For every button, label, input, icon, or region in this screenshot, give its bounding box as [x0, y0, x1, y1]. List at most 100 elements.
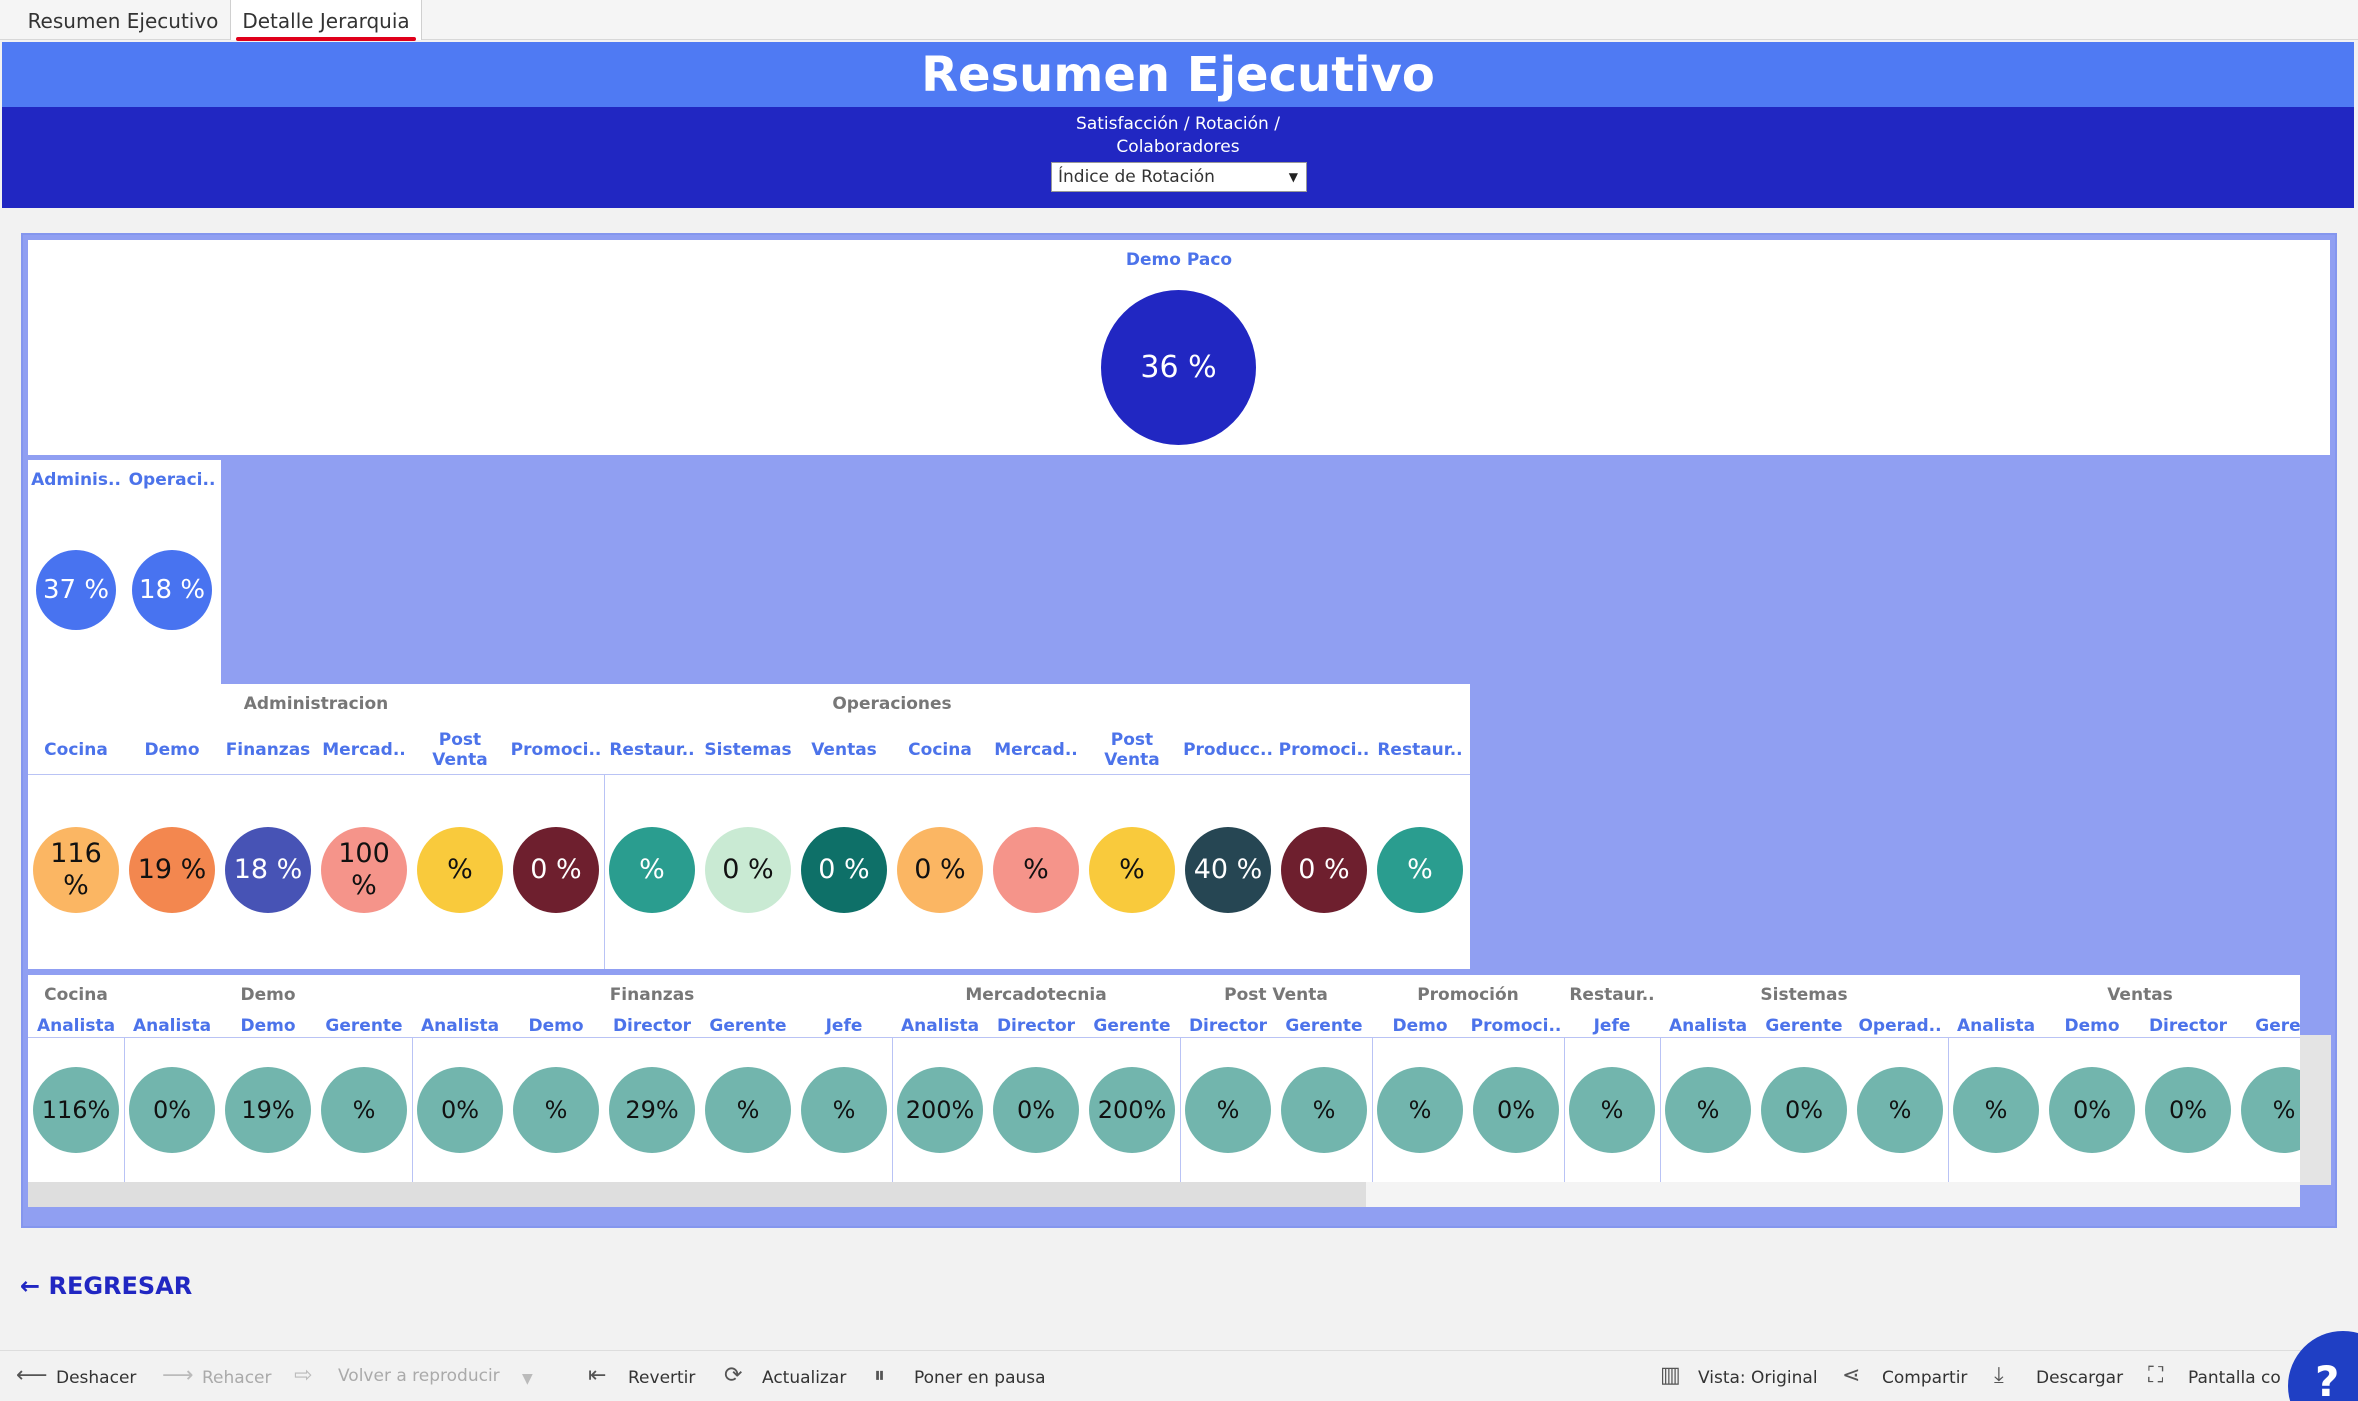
tab-resumen-ejecutivo[interactable]: Resumen Ejecutivo: [18, 0, 228, 40]
level2-label: Ventas: [811, 740, 877, 760]
help-button[interactable]: ?: [2288, 1331, 2358, 1401]
level0-circle[interactable]: 36 %: [1101, 290, 1256, 445]
level3-circle[interactable]: %: [1953, 1067, 2039, 1153]
divider: [1372, 1037, 1373, 1182]
level3-circle[interactable]: 0%: [1473, 1067, 1559, 1153]
level3-circle[interactable]: %: [1665, 1067, 1751, 1153]
level3-circle[interactable]: 200%: [897, 1067, 983, 1153]
divider: [1660, 1037, 1661, 1182]
level2-circle[interactable]: 116 %: [33, 827, 119, 913]
horizontal-scroll-track[interactable]: [28, 1182, 2300, 1207]
level2-circle[interactable]: %: [1377, 827, 1463, 913]
level3-circle[interactable]: 0%: [417, 1067, 503, 1153]
level2-label: Restaur..: [609, 740, 695, 760]
level3-panel: Cocina Demo Finanzas Mercadotecnia Post Vent…: [28, 975, 2300, 1207]
level2-circle[interactable]: 0 %: [1281, 827, 1367, 913]
divider: [412, 1037, 413, 1182]
divider: [892, 1037, 893, 1182]
level3-value: 0%: [1016, 1096, 1056, 1124]
horizontal-scrollbar-thumb[interactable]: [28, 1182, 1366, 1207]
divider: [124, 1037, 125, 1182]
level1-label: Operaci..: [128, 470, 216, 490]
level1-value: 18 %: [138, 575, 206, 605]
level1-circle[interactable]: 37 %: [36, 550, 116, 630]
level2-circle[interactable]: 18 %: [225, 827, 311, 913]
level3-circle[interactable]: %: [2241, 1067, 2300, 1153]
redo-button[interactable]: Rehacer: [202, 1368, 272, 1388]
level3-circle[interactable]: 0%: [993, 1067, 1079, 1153]
tab-detalle-jerarquia[interactable]: Detalle Jerarquia: [230, 0, 422, 40]
share-button[interactable]: Compartir: [1882, 1368, 1967, 1388]
fullscreen-button[interactable]: Pantalla co: [2188, 1368, 2281, 1388]
undo-icon: ⟵: [16, 1363, 48, 1388]
level2-circle[interactable]: 0 %: [705, 827, 791, 913]
level2-circle[interactable]: 19 %: [129, 827, 215, 913]
level2-circle[interactable]: 0 %: [801, 827, 887, 913]
level2-value: 0 %: [530, 854, 582, 885]
level3-label: Analista: [900, 1016, 980, 1036]
level3-group-label: Promoción: [1417, 985, 1519, 1005]
level2-circle[interactable]: %: [1089, 827, 1175, 913]
level3-circle[interactable]: %: [1377, 1067, 1463, 1153]
level3-circle[interactable]: %: [1185, 1067, 1271, 1153]
level3-label: Gerente: [709, 1016, 787, 1036]
level3-circle[interactable]: %: [321, 1067, 407, 1153]
level3-circle[interactable]: %: [705, 1067, 791, 1153]
level3-circle[interactable]: 0%: [1761, 1067, 1847, 1153]
level2-circle[interactable]: %: [609, 827, 695, 913]
level2-panel: Administracion Operaciones Cocina 116 % De…: [28, 684, 1470, 969]
level2-value: 0 %: [722, 854, 774, 885]
level3-circle[interactable]: %: [513, 1067, 599, 1153]
level3-value: %: [352, 1096, 376, 1124]
download-icon: ⤓: [1994, 1363, 2004, 1388]
level2-circle[interactable]: 0 %: [897, 827, 983, 913]
divider: [1180, 1037, 1181, 1182]
level3-circle[interactable]: %: [1569, 1067, 1655, 1153]
level3-circle[interactable]: 116%: [33, 1067, 119, 1153]
level3-circle[interactable]: 0%: [2049, 1067, 2135, 1153]
view-button[interactable]: Vista: Original: [1698, 1368, 1818, 1388]
metric-dropdown[interactable]: Índice de Rotación ▼: [1051, 162, 1307, 192]
level3-value: %: [2272, 1096, 2296, 1124]
level3-circle[interactable]: 19%: [225, 1067, 311, 1153]
level3-circle[interactable]: 29%: [609, 1067, 695, 1153]
replay-button[interactable]: Volver a reproducir: [338, 1366, 500, 1386]
level3-label: Director: [2148, 1016, 2228, 1036]
level3-circle[interactable]: %: [801, 1067, 887, 1153]
level2-label: Cocina: [44, 740, 108, 760]
level2-circle[interactable]: %: [417, 827, 503, 913]
level2-value: 0 %: [818, 854, 870, 885]
undo-button[interactable]: Deshacer: [56, 1368, 136, 1388]
level3-value: 0%: [1784, 1096, 1824, 1124]
level3-circle[interactable]: 0%: [2145, 1067, 2231, 1153]
level2-label: Cocina: [908, 740, 972, 760]
level3-circle[interactable]: %: [1857, 1067, 1943, 1153]
help-icon: ?: [2315, 1357, 2340, 1401]
divider: [1564, 1037, 1565, 1182]
level3-group-label: Ventas: [2107, 985, 2173, 1005]
share-icon: ⋖: [1842, 1363, 1861, 1388]
level2-circle[interactable]: 0 %: [513, 827, 599, 913]
level1-circle[interactable]: 18 %: [132, 550, 212, 630]
level3-label: Analista: [36, 1016, 116, 1036]
level2-label: Post Venta: [432, 730, 488, 770]
pause-button[interactable]: Poner en pausa: [914, 1368, 1046, 1388]
level2-label: Mercad..: [322, 740, 406, 760]
level2-circle[interactable]: %: [993, 827, 1079, 913]
level2-circle[interactable]: 100 %: [321, 827, 407, 913]
vertical-scrollbar[interactable]: [2300, 1035, 2331, 1185]
level3-circle[interactable]: 200%: [1089, 1067, 1175, 1153]
level3-label: Operad..: [1858, 1016, 1942, 1036]
level3-circle[interactable]: %: [1281, 1067, 1367, 1153]
level2-circle[interactable]: 40 %: [1185, 827, 1271, 913]
pause-icon: ⏸: [874, 1363, 886, 1388]
header-banner: Resumen Ejecutivo: [2, 42, 2354, 107]
level3-value: 0%: [2072, 1096, 2112, 1124]
chevron-down-icon[interactable]: ▼: [522, 1371, 533, 1387]
refresh-button[interactable]: Actualizar: [762, 1368, 846, 1388]
back-link[interactable]: ← REGRESAR: [20, 1272, 192, 1300]
revert-button[interactable]: Revertir: [628, 1368, 695, 1388]
level3-circle[interactable]: 0%: [129, 1067, 215, 1153]
download-button[interactable]: Descargar: [2036, 1368, 2123, 1388]
level3-value: %: [1312, 1096, 1336, 1124]
